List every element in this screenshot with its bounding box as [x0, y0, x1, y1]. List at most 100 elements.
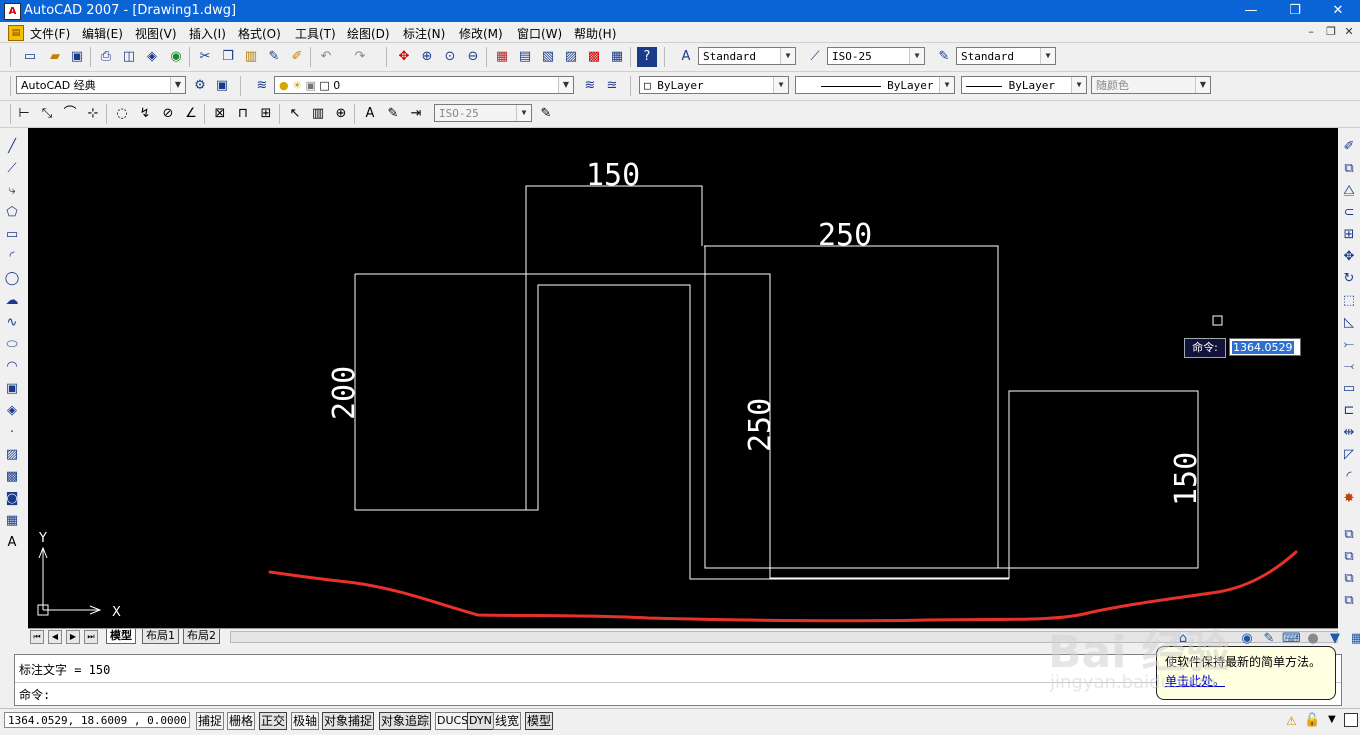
- redo-icon[interactable]: ↷: [350, 47, 370, 67]
- plotstyle-select[interactable]: 随颜色 ▼: [1091, 76, 1211, 94]
- copy-object-icon[interactable]: ⧉: [1340, 160, 1358, 178]
- chamfer-icon[interactable]: ◸: [1340, 446, 1358, 464]
- explode-icon[interactable]: ✸: [1340, 490, 1358, 508]
- menu-tools[interactable]: 工具(T): [295, 25, 336, 42]
- color-select[interactable]: □ ByLayer ▼: [639, 76, 789, 94]
- lineweight-select[interactable]: ByLayer ▼: [961, 76, 1087, 94]
- diameter-dim-icon[interactable]: ⊘: [158, 104, 178, 124]
- dim-update-icon[interactable]: ⇥: [406, 104, 426, 124]
- arc-length-icon[interactable]: ⌒: [60, 104, 80, 124]
- menu-format[interactable]: 格式(O): [238, 25, 281, 42]
- array-icon[interactable]: ⊞: [1340, 226, 1358, 244]
- dim-style-select[interactable]: ISO-25 ▼: [827, 47, 925, 65]
- minimize-button[interactable]: —: [1231, 2, 1271, 20]
- tab-prev-button[interactable]: ◀: [48, 630, 62, 644]
- bring-forward-icon[interactable]: ⧉: [1340, 548, 1358, 566]
- rotate-icon[interactable]: ↻: [1340, 270, 1358, 288]
- menu-dimension[interactable]: 标注(N): [403, 25, 445, 42]
- undo-icon[interactable]: ↶: [316, 47, 336, 67]
- cut-icon[interactable]: ✂: [195, 47, 215, 67]
- ducs-toggle[interactable]: DUCS: [435, 712, 471, 730]
- ordinate-dim-icon[interactable]: ⊹: [83, 104, 103, 124]
- circle-icon[interactable]: ◯: [3, 270, 21, 288]
- multiline-text-icon[interactable]: A: [3, 534, 21, 552]
- menu-help[interactable]: 帮助(H): [574, 25, 616, 42]
- polar-toggle[interactable]: 极轴: [291, 712, 320, 730]
- chevron-down-icon[interactable]: ▼: [1328, 714, 1336, 725]
- zoom-previous-icon[interactable]: ⊖: [463, 47, 483, 67]
- publish-icon[interactable]: ◈: [142, 47, 162, 67]
- quick-dim-icon[interactable]: ⊠: [210, 104, 230, 124]
- text-style-icon[interactable]: A: [676, 47, 696, 67]
- workspace-save-icon[interactable]: ▣: [212, 76, 232, 96]
- command-prompt[interactable]: 命令:: [19, 686, 50, 703]
- copy-icon[interactable]: ❐: [218, 47, 238, 67]
- zoom-window-icon[interactable]: ⊙: [440, 47, 460, 67]
- point-icon[interactable]: ·: [3, 424, 21, 442]
- polygon-icon[interactable]: ⬠: [3, 204, 21, 222]
- dim-edit-icon[interactable]: A: [360, 104, 380, 124]
- menu-modify[interactable]: 修改(M): [459, 25, 503, 42]
- properties-icon[interactable]: ▦: [492, 47, 512, 67]
- baseline-dim-icon[interactable]: ⊓: [233, 104, 253, 124]
- workspace-select[interactable]: AutoCAD 经典 ▼: [16, 76, 186, 94]
- insert-block-icon[interactable]: ▣: [3, 380, 21, 398]
- table-style-select[interactable]: Standard ▼: [956, 47, 1056, 65]
- zoom-realtime-icon[interactable]: ⊕: [417, 47, 437, 67]
- menu-file[interactable]: 文件(F): [30, 25, 70, 42]
- markup-icon[interactable]: ▩: [584, 47, 604, 67]
- dim-style-icon[interactable]: ⟋: [805, 47, 825, 67]
- tray-shirt-icon[interactable]: ▼: [1326, 630, 1344, 648]
- shape-left-ushape[interactable]: [354, 185, 703, 511]
- construction-line-icon[interactable]: ⟋: [3, 160, 21, 178]
- make-block-icon[interactable]: ◈: [3, 402, 21, 420]
- tray-comm-center-icon[interactable]: ⌂: [1174, 630, 1192, 648]
- tray-globe-icon[interactable]: ◉: [1238, 630, 1256, 648]
- table-style-icon[interactable]: ✎: [934, 47, 954, 67]
- dim-text-edit-icon[interactable]: ✎: [383, 104, 403, 124]
- tab-last-button[interactable]: ⏭: [84, 630, 98, 644]
- model-toggle[interactable]: 模型: [525, 712, 554, 730]
- linetype-select[interactable]: ByLayer ▼: [795, 76, 955, 94]
- dim-text-150-top[interactable]: 150: [586, 158, 640, 193]
- tab-layout1[interactable]: 布局1: [142, 629, 179, 644]
- break-icon[interactable]: ⊏: [1340, 402, 1358, 420]
- help-icon[interactable]: ?: [637, 47, 657, 67]
- move-icon[interactable]: ✥: [1340, 248, 1358, 266]
- break-at-point-icon[interactable]: ▭: [1340, 380, 1358, 398]
- design-center-icon[interactable]: ▤: [515, 47, 535, 67]
- tab-layout2[interactable]: 布局2: [183, 629, 220, 644]
- rectangle-icon[interactable]: ▭: [3, 226, 21, 244]
- sheet-set-icon[interactable]: ▨: [561, 47, 581, 67]
- send-back-icon[interactable]: ⧉: [1340, 570, 1358, 588]
- doc-minimize-button[interactable]: –: [1302, 25, 1320, 38]
- open-icon[interactable]: ▰: [45, 47, 65, 67]
- new-icon[interactable]: ▭: [20, 47, 40, 67]
- save-icon[interactable]: ▣: [67, 47, 87, 67]
- menu-draw[interactable]: 绘图(D): [347, 25, 390, 42]
- menu-view[interactable]: 视图(V): [135, 25, 177, 42]
- join-icon[interactable]: ⇹: [1340, 424, 1358, 442]
- pan-realtime-icon[interactable]: ✥: [394, 47, 414, 67]
- arc-icon[interactable]: ◜: [3, 248, 21, 266]
- tab-next-button[interactable]: ▶: [66, 630, 80, 644]
- tray-grid-icon[interactable]: ▦: [1348, 630, 1360, 648]
- close-button[interactable]: ✕: [1318, 2, 1358, 20]
- trim-icon[interactable]: ⤚: [1340, 336, 1358, 354]
- doc-close-button[interactable]: ✕: [1340, 25, 1358, 38]
- tray-keyboard-icon[interactable]: ⌨: [1282, 630, 1301, 648]
- dim-text-250-top[interactable]: 250: [818, 218, 872, 253]
- linear-dim-icon[interactable]: ⊢: [14, 104, 34, 124]
- dyn-toggle[interactable]: DYN: [467, 712, 494, 730]
- print-preview-icon[interactable]: ◫: [119, 47, 139, 67]
- radius-dim-icon[interactable]: ◌: [112, 104, 132, 124]
- scale-icon[interactable]: ⬚: [1340, 292, 1358, 310]
- layer-previous-icon[interactable]: ≊: [602, 76, 622, 96]
- continue-dim-icon[interactable]: ⊞: [256, 104, 276, 124]
- clean-screen-icon[interactable]: [1344, 713, 1358, 727]
- autocad-logo-icon[interactable]: A: [4, 3, 21, 20]
- calculator-icon[interactable]: ▦: [607, 47, 627, 67]
- tray-mic-icon[interactable]: ✎: [1260, 630, 1278, 648]
- gradient-icon[interactable]: ▩: [3, 468, 21, 486]
- menu-edit[interactable]: 编辑(E): [82, 25, 123, 42]
